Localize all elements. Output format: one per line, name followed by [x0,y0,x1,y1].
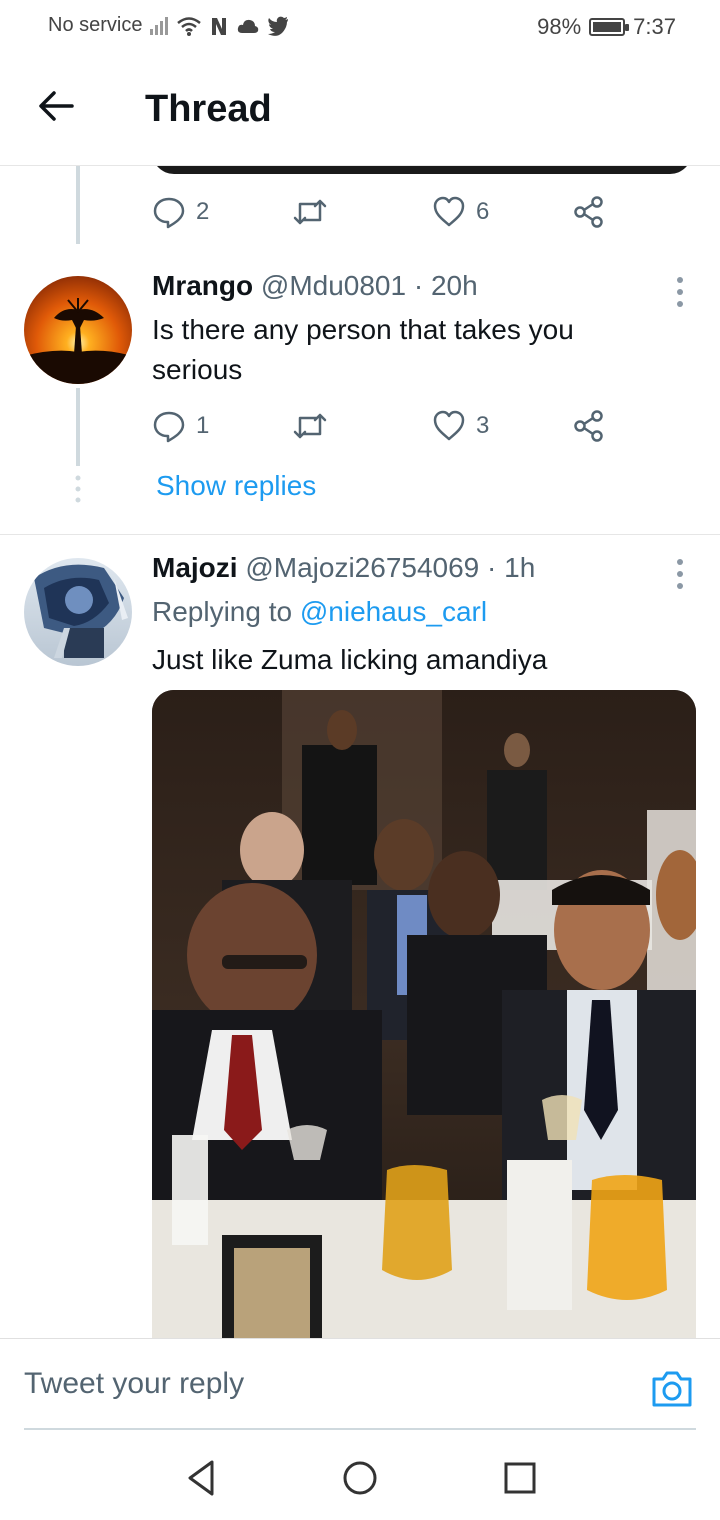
divider [0,534,720,535]
replying-to: Replying to @niehaus_carl [152,596,487,628]
signal-icon [150,16,169,35]
nav-back-icon[interactable] [182,1458,222,1498]
replying-to-handle[interactable]: @niehaus_carl [300,596,487,627]
telescope-avatar-image [24,558,132,666]
wifi-icon [177,16,202,36]
reply-count: 2 [196,198,210,225]
show-replies-link[interactable]: Show replies [156,470,316,502]
status-bar: No service 98% 7:37 [0,0,720,56]
share-icon [574,196,603,228]
author-name[interactable]: Mrango [152,270,253,301]
more-options-icon[interactable] [670,554,690,594]
author-handle[interactable]: @Majozi26754069 [245,552,479,583]
battery-icon [589,18,630,36]
tweet-reply-input[interactable]: Tweet your reply [24,1367,244,1401]
retweet-button[interactable] [292,195,432,229]
tweet-text: Just like Zuma licking amandiya [152,644,548,675]
thread-header: Thread [0,56,720,166]
previous-tweet-media[interactable] [152,166,692,174]
reply-composer: Tweet your reply [0,1338,720,1430]
reply-icon [153,197,185,229]
cloud-icon [238,19,259,33]
reply-button[interactable]: 1 [152,409,292,443]
reply-button[interactable]: 2 [152,195,292,229]
tweet-time: · 1h [487,552,536,583]
sunset-tree-avatar-image [24,276,132,384]
heart-icon [433,196,465,227]
retweet-icon [293,413,327,439]
share-button[interactable] [572,409,606,443]
tweet-actions: 1 3 [152,406,632,446]
back-arrow-icon[interactable] [36,86,76,126]
battery-percent: 98% [537,14,582,39]
system-navigation-bar [0,1430,720,1520]
like-button[interactable]: 3 [432,409,572,443]
thread-timeline[interactable]: 2 6 Mrango @Mdu0801 · 20h Is there any p… [0,166,720,1338]
nav-home-icon[interactable] [340,1458,380,1498]
retweet-button[interactable] [292,409,432,443]
reply-count: 1 [196,412,210,439]
collapsed-thread-dots-icon [75,475,81,503]
author-name[interactable]: Majozi [152,552,238,583]
heart-icon [433,410,465,441]
thread-connector-line [76,388,80,466]
clock: 7:37 [633,14,676,39]
nav-recents-icon[interactable] [500,1458,540,1498]
share-button[interactable] [572,195,606,229]
author-handle[interactable]: @Mdu0801 [261,270,406,301]
previous-tweet-actions: 2 6 [152,192,632,232]
retweet-icon [293,199,327,225]
twitter-notification-icon [268,16,289,36]
carrier-label: No service [48,14,143,36]
avatar[interactable] [24,276,132,384]
thread-connector-line [76,166,80,244]
tweet-text: Is there any person that takes you serio… [152,314,574,385]
replying-to-label: Replying to [152,596,293,627]
tweet-time: · 20h [413,270,478,301]
reply-icon [153,411,185,443]
like-button[interactable]: 6 [432,195,572,229]
netflix-notification-icon [212,17,227,35]
share-icon [574,410,603,442]
camera-icon[interactable] [650,1369,694,1409]
like-count: 3 [476,412,490,439]
like-count: 6 [476,198,490,225]
page-title: Thread [145,88,272,130]
banquet-photo-image [152,690,696,1338]
avatar[interactable] [24,558,132,666]
more-options-icon[interactable] [670,272,690,312]
tweet-photo[interactable] [152,690,696,1338]
